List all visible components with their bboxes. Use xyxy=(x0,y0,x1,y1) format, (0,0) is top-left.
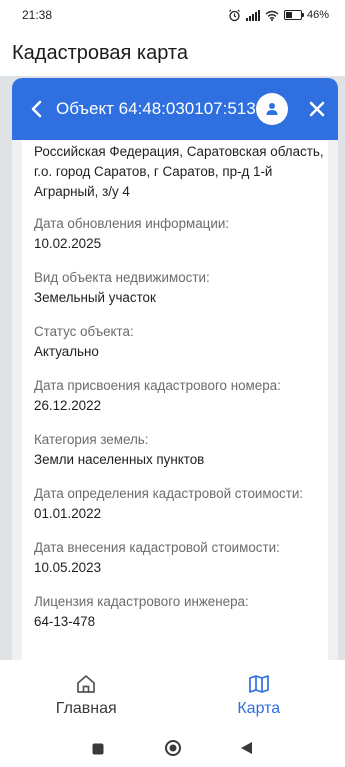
object-panel: Объект 64:48:030107:513 Российская Федер… xyxy=(12,78,338,660)
info-field: Дата присвоения кадастрового номера: 26.1… xyxy=(34,376,324,416)
field-label: Дата обновления информации: xyxy=(34,216,230,231)
triangle-back-icon xyxy=(241,742,252,754)
status-bar: 21:38 46% xyxy=(0,0,345,30)
nav-label-map: Карта xyxy=(237,700,281,717)
battery-level xyxy=(285,12,293,18)
field-label: Категория земель: xyxy=(34,432,149,447)
info-field: Дата обновления информации: 10.02.2025 xyxy=(34,214,324,254)
info-field: Статус объекта: Актуально xyxy=(34,322,324,362)
back-system-button[interactable] xyxy=(240,741,253,760)
fields-list: Дата обновления информации: 10.02.2025 Вид… xyxy=(34,214,324,632)
panel-header: Объект 64:48:030107:513 xyxy=(12,78,338,140)
info-field: Дата внесения кадастровой стоимости: 10.0… xyxy=(34,538,324,578)
recent-apps-button[interactable] xyxy=(92,742,104,760)
wifi-icon xyxy=(265,10,279,21)
signal-icon xyxy=(245,9,260,21)
field-label: Дата определения кадастровой стоимости: xyxy=(34,486,304,501)
user-icon xyxy=(266,103,278,115)
field-value: Актуально xyxy=(34,344,99,359)
home-icon xyxy=(77,675,96,693)
field-value: Земли населенных пунктов xyxy=(34,452,205,467)
info-field: Лицензия кадастрового инженера: 64-13-478 xyxy=(34,592,324,632)
nav-item-map[interactable]: Карта xyxy=(173,660,345,730)
home-system-button[interactable] xyxy=(164,739,182,762)
panel-right-border xyxy=(328,140,338,660)
nav-item-home[interactable]: Главная xyxy=(0,660,173,730)
field-value: 10.02.2025 xyxy=(34,236,102,251)
chevron-left-icon xyxy=(31,100,42,118)
status-icons: 46% xyxy=(228,9,329,22)
field-label: Дата присвоения кадастрового номера: xyxy=(34,378,281,393)
page-title: Кадастровая карта xyxy=(12,41,188,64)
field-value: 26.12.2022 xyxy=(34,398,102,413)
system-navigation-bar xyxy=(0,730,345,767)
info-field: Категория земель: Земли населенных пункто… xyxy=(34,430,324,470)
battery-percent: 46% xyxy=(306,9,329,21)
field-value: 01.01.2022 xyxy=(34,506,102,521)
field-label: Лицензия кадастрового инженера: xyxy=(34,594,249,609)
back-button[interactable] xyxy=(22,94,52,124)
field-label: Вид объекта недвижимости: xyxy=(34,270,210,285)
close-button[interactable] xyxy=(302,94,332,124)
square-icon xyxy=(92,743,104,755)
object-address: Российская Федерация, Саратовская област… xyxy=(34,144,324,199)
field-value: 64-13-478 xyxy=(34,614,96,629)
info-field: Дата определения кадастровой стоимости: 0… xyxy=(34,484,324,524)
avatar-button[interactable] xyxy=(256,93,288,125)
field-value: 10.05.2023 xyxy=(34,560,102,575)
object-title: Объект 64:48:030107:513 xyxy=(56,99,256,118)
object-details: Российская Федерация, Саратовская област… xyxy=(34,142,324,646)
bottom-navigation: Главная Карта xyxy=(0,660,345,730)
circle-icon xyxy=(165,740,181,756)
panel-left-border xyxy=(12,140,22,660)
status-time: 21:38 xyxy=(22,8,53,22)
battery-icon xyxy=(283,10,304,20)
alarm-icon xyxy=(228,9,241,22)
field-value: Земельный участок xyxy=(34,290,156,305)
field-label: Дата внесения кадастровой стоимости: xyxy=(34,540,280,555)
content-area: Объект 64:48:030107:513 Российская Федер… xyxy=(0,76,345,660)
info-field: Вид объекта недвижимости: Земельный участ… xyxy=(34,268,324,308)
app-header: Кадастровая карта xyxy=(0,30,345,76)
map-icon xyxy=(248,675,269,693)
field-label: Статус объекта: xyxy=(34,324,134,339)
close-icon xyxy=(309,101,325,117)
nav-label-home: Главная xyxy=(55,700,117,717)
